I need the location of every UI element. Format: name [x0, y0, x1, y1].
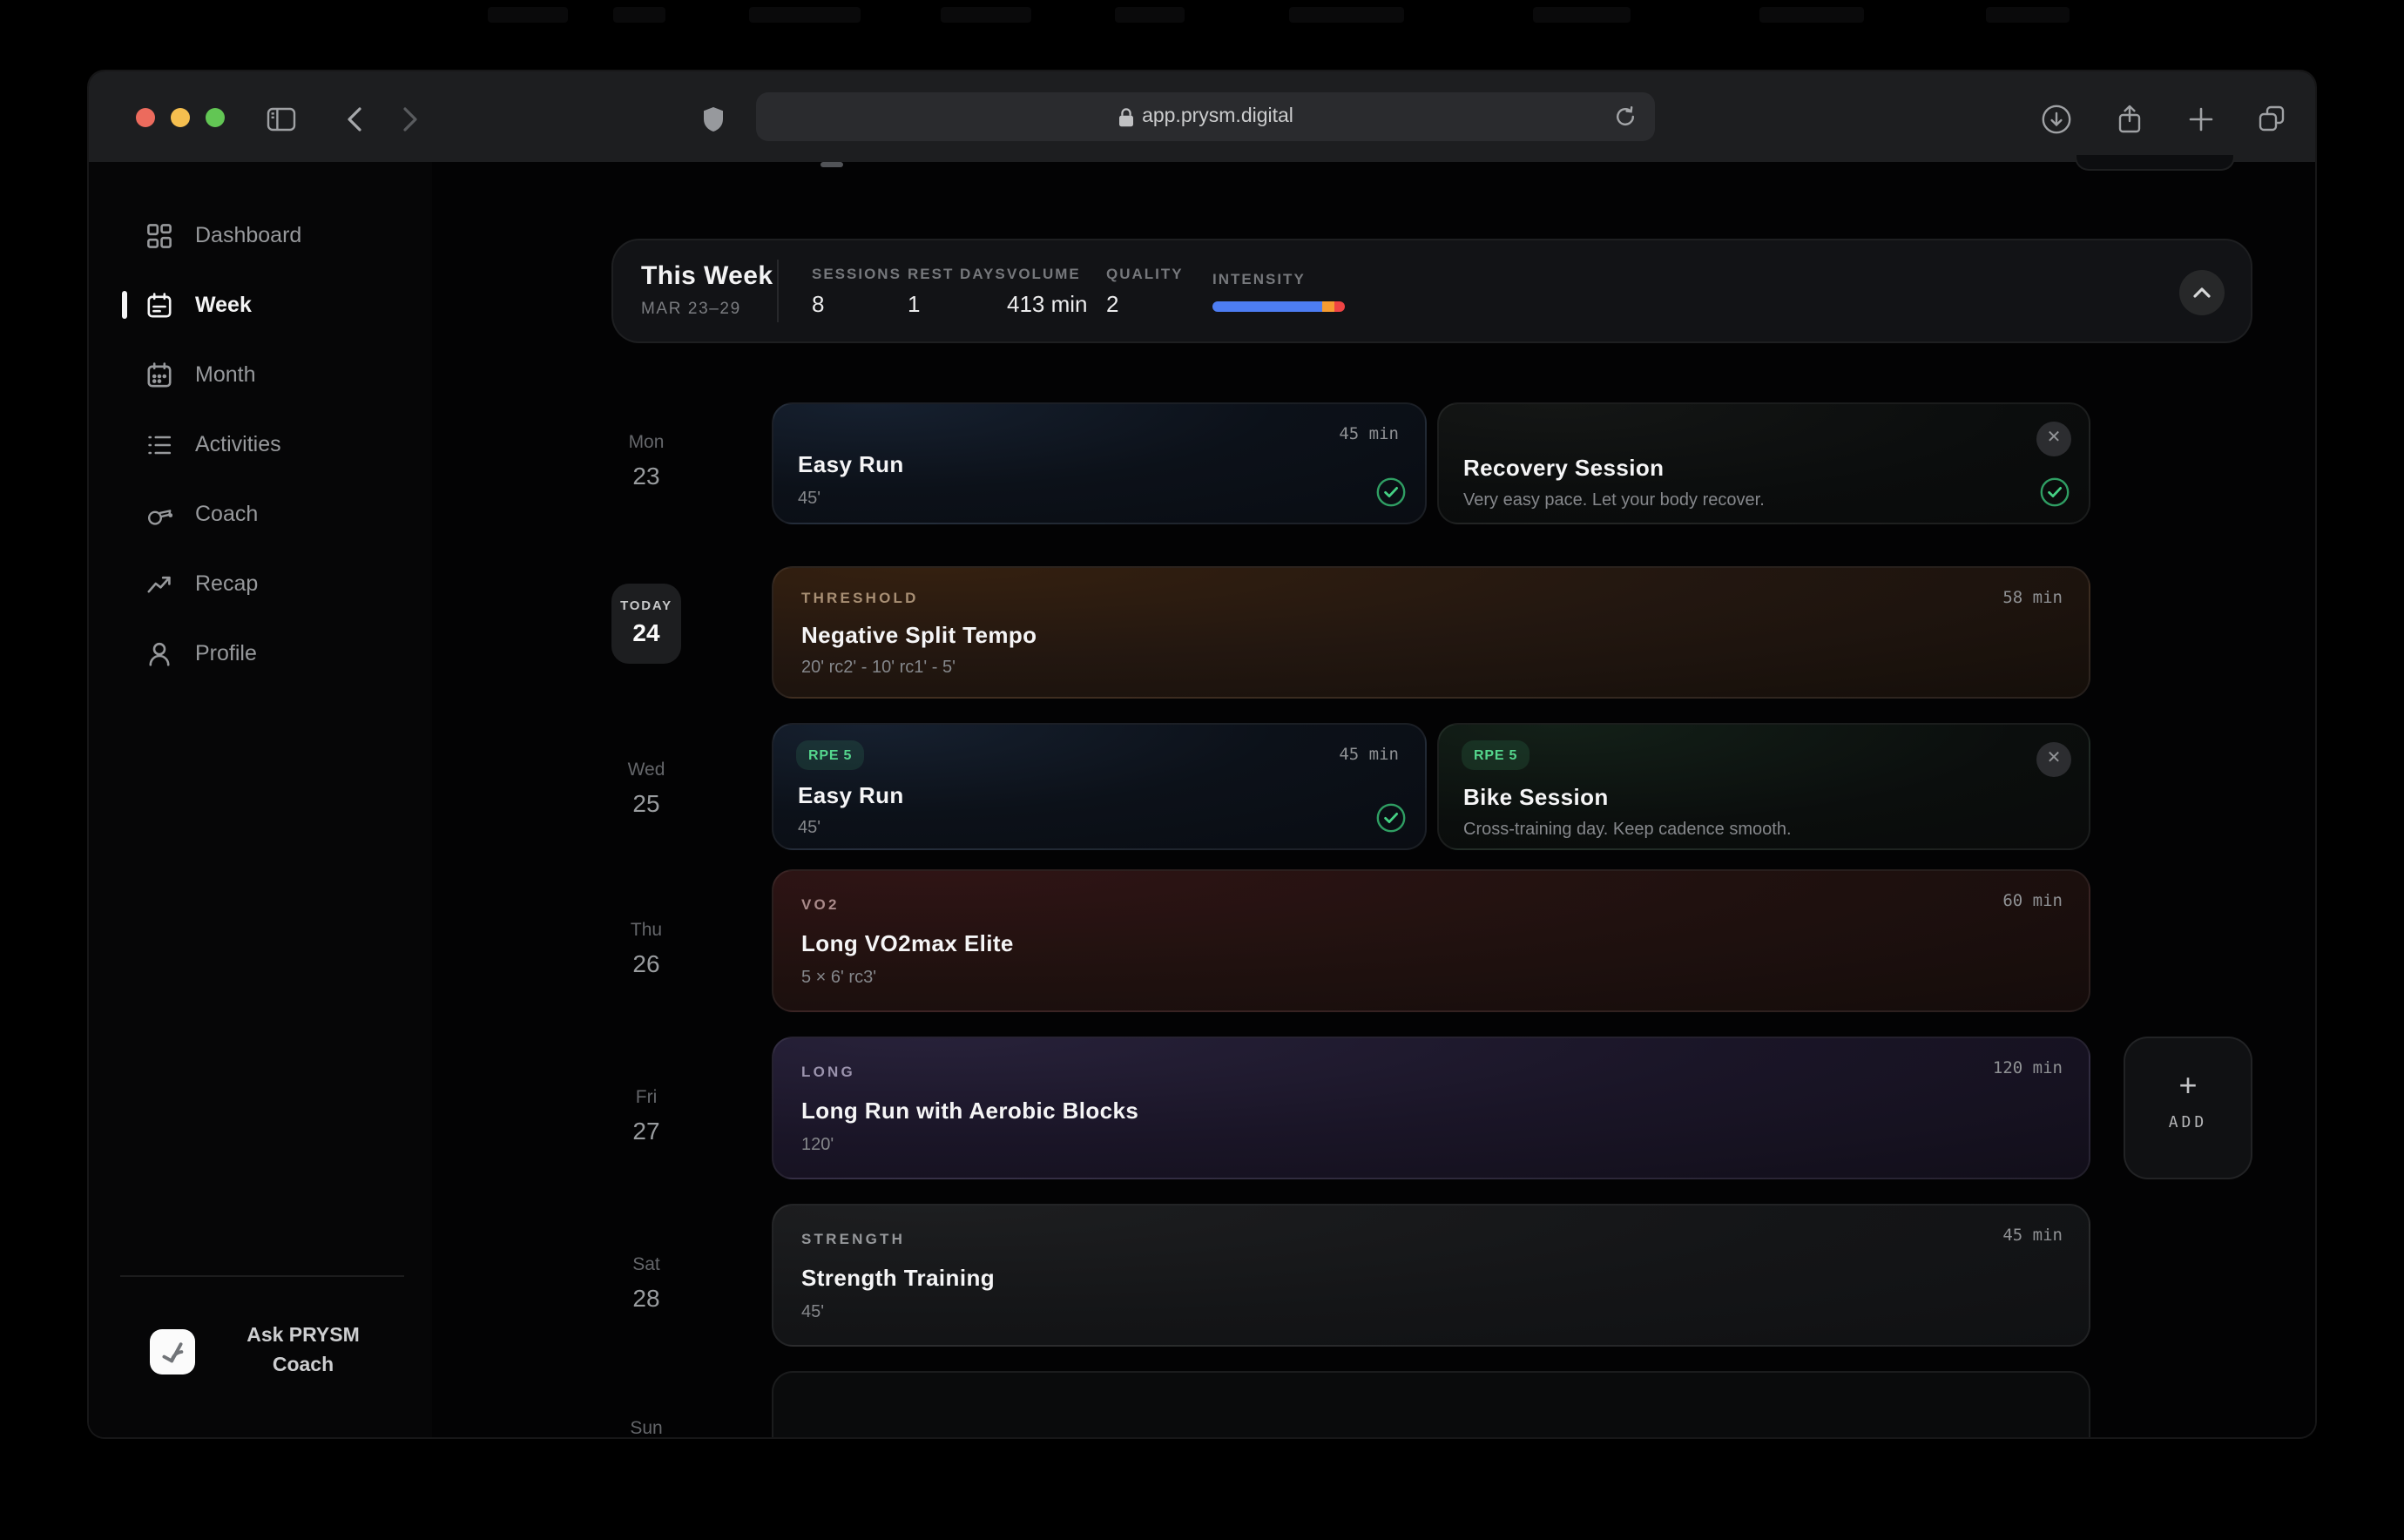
- safari-window: app.prysm.digital: [87, 70, 2317, 1439]
- session-card-recovery[interactable]: ✕ Recovery Session Very easy pace. Let y…: [1437, 402, 2090, 524]
- today-badge: TODAY 24: [611, 584, 681, 664]
- week-date-range: MAR 23–29: [641, 300, 741, 319]
- list-icon: [146, 431, 172, 457]
- week-summary-title: This Week: [641, 261, 773, 291]
- screen: app.prysm.digital: [0, 0, 2404, 1540]
- completed-check-icon[interactable]: [1376, 803, 1406, 833]
- stat-sessions: SESSIONS 8: [812, 265, 902, 317]
- add-session-button[interactable]: + ADD: [2124, 1037, 2252, 1179]
- privacy-shield-icon[interactable]: [695, 101, 730, 136]
- week-summary-bar: This Week MAR 23–29 SESSIONS 8 REST DAYS…: [611, 239, 2252, 343]
- completed-check-icon[interactable]: [1376, 477, 1406, 507]
- address-bar[interactable]: app.prysm.digital: [756, 92, 1655, 141]
- downloads-icon[interactable]: [2038, 101, 2073, 136]
- dimmed-menu-bar: [0, 7, 2404, 24]
- trend-up-icon: [146, 571, 172, 597]
- zoom-window-button[interactable]: [206, 108, 225, 127]
- sidebar-item-dashboard[interactable]: Dashboard: [89, 200, 432, 270]
- back-button[interactable]: [336, 101, 371, 136]
- stat-intensity: INTENSITY: [1212, 270, 1345, 311]
- sidebar-item-label: Month: [195, 362, 256, 387]
- session-card-long-run[interactable]: LONG 120 min Long Run with Aerobic Block…: [772, 1037, 2090, 1179]
- week-view: This Week MAR 23–29 SESSIONS 8 REST DAYS…: [432, 162, 2315, 1437]
- sidebar-item-label: Recap: [195, 571, 258, 596]
- lock-icon: [1118, 107, 1133, 126]
- sidebar-item-label: Dashboard: [195, 223, 301, 247]
- new-tab-icon[interactable]: [2183, 101, 2218, 136]
- tab-overview-icon[interactable]: [2254, 101, 2289, 136]
- stat-volume: VOLUME 413 min: [1007, 265, 1088, 317]
- session-card-easy-run-wed[interactable]: RPE 5 45 min Easy Run 45': [772, 723, 1427, 850]
- sidebar-item-activities[interactable]: Activities: [89, 409, 432, 479]
- day-label-wed: Wed25: [577, 760, 716, 817]
- intensity-segment: [1322, 301, 1334, 311]
- day-label-sat: Sat28: [577, 1254, 716, 1312]
- intensity-segment: [1212, 301, 1322, 311]
- session-card-vo2max[interactable]: VO2 60 min Long VO2max Elite 5 × 6' rc3': [772, 869, 2090, 1012]
- rpe-badge: RPE 5: [1462, 740, 1530, 770]
- session-card-bike[interactable]: RPE 5 ✕ Bike Session Cross-training day.…: [1437, 723, 2090, 850]
- sidebar-item-profile[interactable]: Profile: [89, 618, 432, 688]
- whistle-icon: [146, 501, 172, 527]
- sidebar-item-coach[interactable]: Coach: [89, 479, 432, 549]
- dashboard-grid-icon: [146, 222, 172, 248]
- sidebar-toggle-icon[interactable]: [263, 101, 298, 136]
- sidebar-item-label: Profile: [195, 641, 257, 665]
- sidebar-item-month[interactable]: Month: [89, 340, 432, 409]
- scrolled-card-sliver: [2075, 155, 2235, 171]
- prysm-logo: [150, 1328, 195, 1374]
- calendar-month-icon: [146, 361, 172, 388]
- stat-quality: QUALITY 2: [1106, 265, 1184, 317]
- sidebar-item-label: Coach: [195, 502, 258, 526]
- day-label-thu: Thu26: [577, 920, 716, 977]
- stat-rest-days: REST DAYS 1: [908, 265, 1007, 317]
- share-icon[interactable]: [2111, 101, 2146, 136]
- sidebar-item-label: Activities: [195, 432, 281, 456]
- forward-button[interactable]: [392, 101, 427, 136]
- day-label-mon: Mon23: [577, 432, 716, 490]
- sidebar-item-week[interactable]: Week: [89, 270, 432, 340]
- session-card-strength[interactable]: STRENGTH 45 min Strength Training 45': [772, 1204, 2090, 1347]
- close-window-button[interactable]: [136, 108, 155, 127]
- completed-check-icon[interactable]: [2040, 477, 2070, 507]
- dismiss-button[interactable]: ✕: [2036, 742, 2071, 777]
- collapse-summary-button[interactable]: [2179, 270, 2225, 315]
- session-card-threshold-tempo[interactable]: THRESHOLD 58 min Negative Split Tempo 20…: [772, 566, 2090, 699]
- dismiss-button[interactable]: ✕: [2036, 422, 2071, 456]
- session-card-easy-run-mon[interactable]: 45 min Easy Run 45': [772, 402, 1427, 524]
- sidebar-divider: [120, 1275, 404, 1277]
- day-label-fri: Fri27: [577, 1087, 716, 1145]
- sidebar-nav: Dashboard Week: [89, 200, 432, 688]
- minimize-window-button[interactable]: [171, 108, 190, 127]
- reload-icon[interactable]: [1610, 101, 1641, 132]
- session-card-empty-sun[interactable]: [772, 1371, 2090, 1439]
- add-label: ADD: [2125, 1115, 2251, 1132]
- plus-icon: +: [2125, 1070, 2251, 1101]
- ask-coach-label: Ask PRYSM Coach: [219, 1322, 387, 1381]
- app-sidebar: Dashboard Week: [89, 162, 432, 1437]
- browser-toolbar: app.prysm.digital: [89, 71, 2315, 164]
- intensity-bar: [1212, 301, 1345, 311]
- sidebar-item-recap[interactable]: Recap: [89, 549, 432, 618]
- rpe-badge: RPE 5: [796, 740, 864, 770]
- calendar-week-icon: [146, 292, 172, 318]
- chevron-up-icon: [2193, 287, 2211, 298]
- summary-divider: [777, 260, 779, 322]
- url-text: app.prysm.digital: [1142, 106, 1293, 127]
- page-content: Dashboard Week: [89, 162, 2315, 1437]
- intensity-segment: [1334, 301, 1345, 311]
- scrolled-content-sliver: [820, 162, 843, 166]
- sidebar-item-label: Week: [195, 293, 252, 317]
- user-icon: [146, 640, 172, 666]
- day-label-sun: Sun: [577, 1418, 716, 1439]
- ask-coach-button[interactable]: Ask PRYSM Coach: [89, 1322, 432, 1381]
- active-indicator: [122, 291, 126, 319]
